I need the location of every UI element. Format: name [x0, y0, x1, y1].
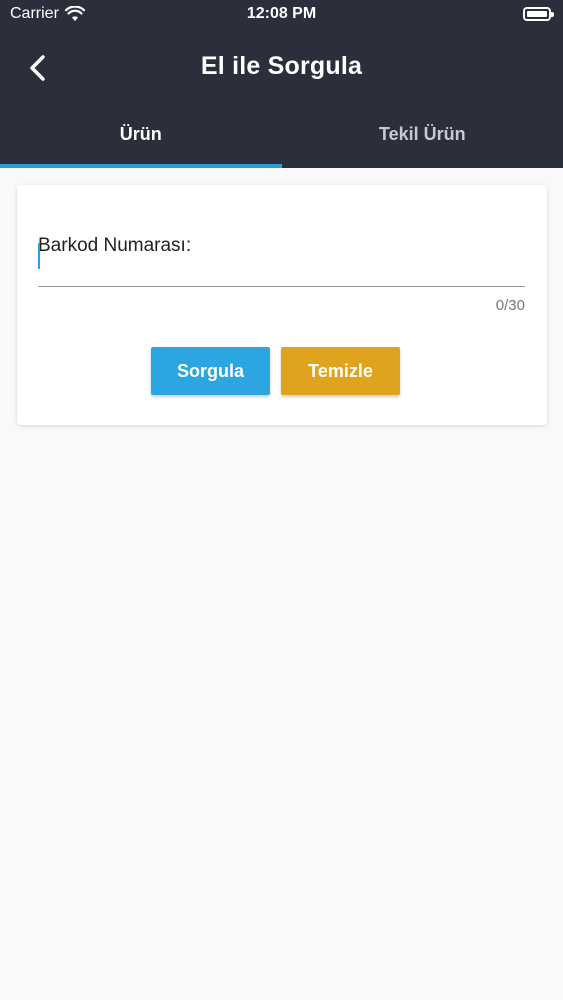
barcode-input[interactable] — [38, 225, 525, 287]
text-cursor — [38, 243, 40, 269]
barcode-query-card: Barkod Numarası: 0/30 Sorgula Temizle — [17, 185, 547, 425]
barcode-field: Barkod Numarası: — [38, 225, 525, 288]
tab-tekil-urun[interactable]: Tekil Ürün — [282, 100, 563, 168]
status-bar: Carrier 12:08 PM — [0, 0, 563, 30]
page-title: El ile Sorgula — [200, 52, 363, 80]
form-actions: Sorgula Temizle — [151, 347, 400, 395]
tab-tekil-urun-label: Tekil Ürün — [378, 123, 466, 144]
character-counter: 0/30 — [495, 297, 525, 314]
app-header: Carrier 12:08 PM El ile Sorgula Ürün Tek… — [0, 0, 563, 168]
tab-urun[interactable]: Ürün — [0, 100, 282, 168]
navigation-bar: El ile Sorgula — [0, 30, 563, 100]
tab-urun-label: Ürün — [119, 123, 162, 144]
battery-level — [527, 11, 547, 17]
query-button[interactable]: Sorgula — [151, 347, 270, 395]
status-time: 12:08 PM — [246, 5, 317, 22]
tab-bar: Ürün Tekil Ürün — [0, 100, 563, 168]
active-tab-indicator — [0, 164, 282, 168]
battery-icon — [523, 7, 554, 21]
clear-button[interactable]: Temizle — [281, 347, 400, 395]
